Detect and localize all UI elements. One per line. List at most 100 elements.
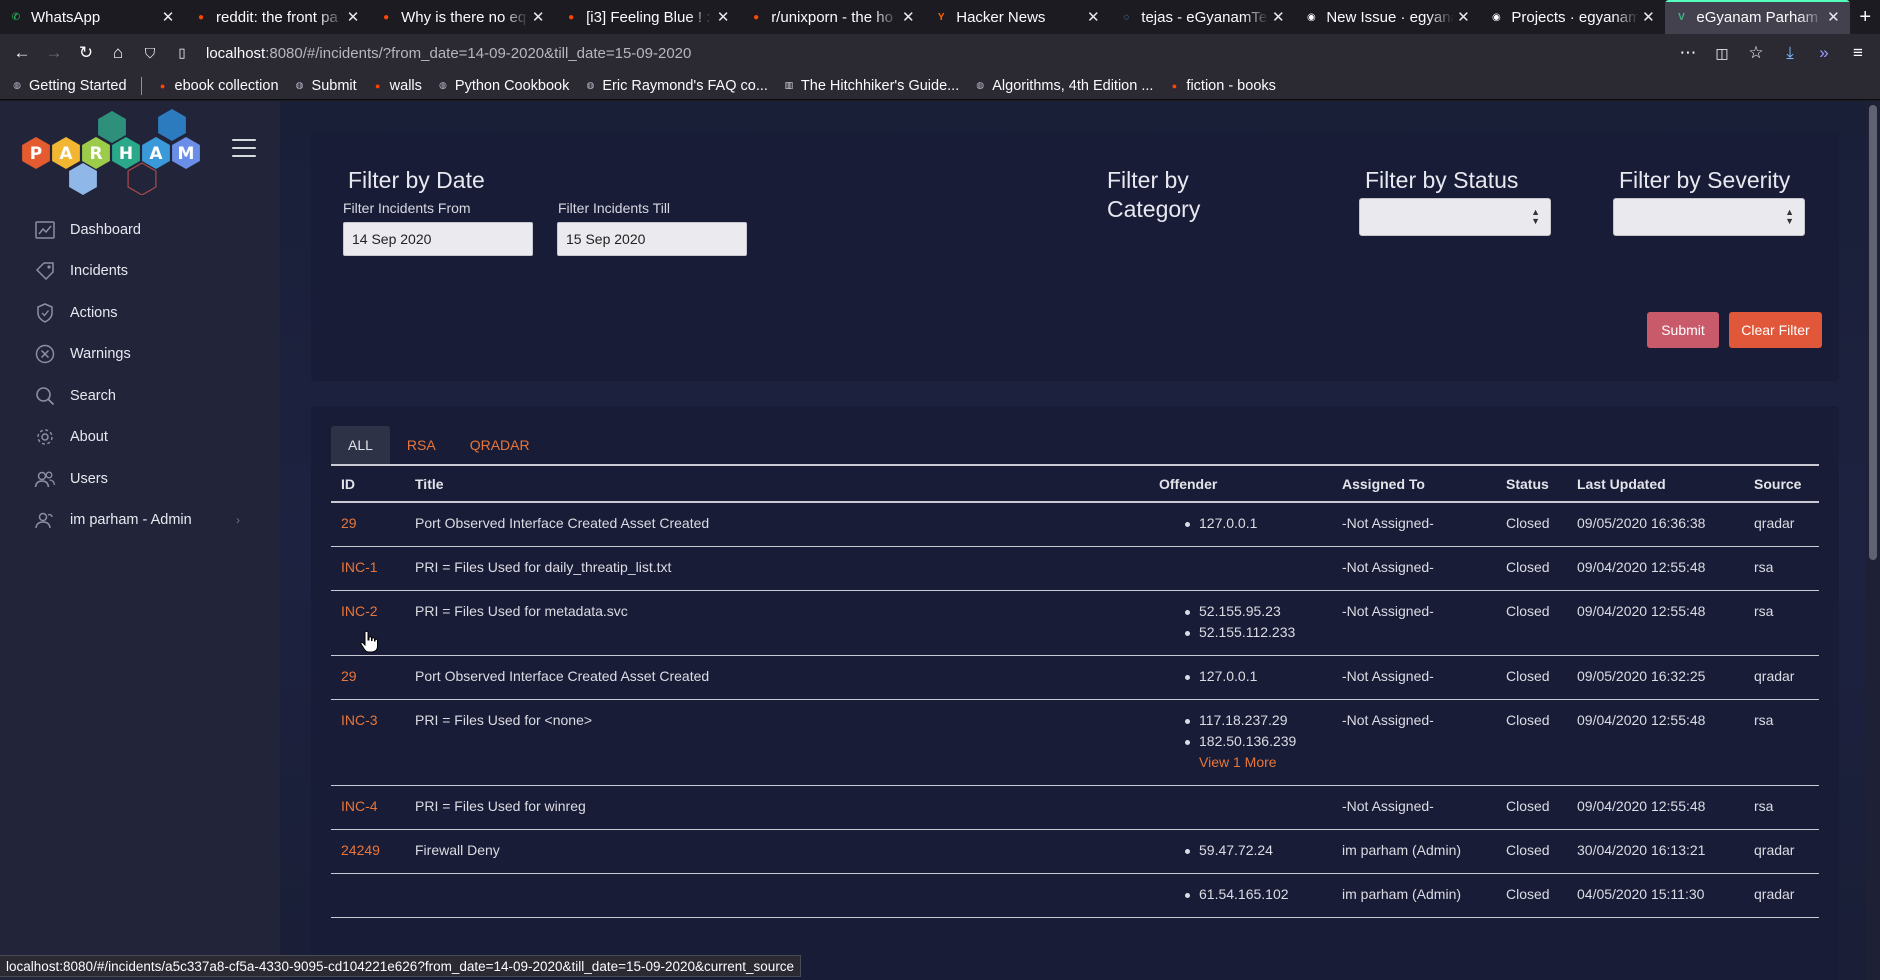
browser-tab[interactable]: ● Why is there no eq ✕ xyxy=(370,0,555,34)
sidebar-item-actions[interactable]: Actions xyxy=(0,292,280,334)
overflow-icon[interactable]: » xyxy=(1810,39,1838,67)
tab-rsa[interactable]: RSA xyxy=(390,426,453,464)
bookmark-item[interactable]: ◍ Getting Started xyxy=(10,78,126,94)
view-more-link[interactable]: View 1 More xyxy=(1185,752,1322,773)
table-row[interactable]: INC-3 PRI = Files Used for <none> 117.18.2… xyxy=(331,699,1819,786)
bookmark-item[interactable]: ◍ Submit xyxy=(293,78,357,94)
parham-logo[interactable]: PARHAM xyxy=(22,109,207,195)
page-info-icon[interactable]: ▯ xyxy=(168,39,196,67)
bookmark-item[interactable]: ● walls xyxy=(371,78,422,94)
table-row[interactable]: INC-2 PRI = Files Used for metadata.svc 52… xyxy=(331,590,1819,656)
column-header-title[interactable]: Title xyxy=(405,466,1149,503)
browser-tab[interactable]: ● reddit: the front pa ✕ xyxy=(185,0,370,34)
table-row[interactable]: 24249 Firewall Deny 59.47.72.24 im parham (… xyxy=(331,829,1819,874)
sidebar-item-label: Dashboard xyxy=(70,221,141,238)
app-menu-icon[interactable]: ≡ xyxy=(1844,39,1872,67)
bookmark-item[interactable]: ◍ Python Cookbook xyxy=(436,78,569,94)
home-icon[interactable]: ⌂ xyxy=(104,39,132,67)
sidebar-item-label: About xyxy=(70,429,108,446)
bookmark-label: Algorithms, 4th Edition ... xyxy=(992,77,1154,94)
offender-cell: 52.155.95.23 52.155.112.233 xyxy=(1149,590,1332,656)
incident-id-link[interactable]: INC-1 xyxy=(331,546,405,591)
offender-cell xyxy=(1149,785,1332,830)
hamburger-menu-icon[interactable] xyxy=(232,139,256,157)
incident-id-link[interactable]: 29 xyxy=(331,655,405,700)
close-tab-icon[interactable]: ✕ xyxy=(1639,8,1657,26)
incident-title: PRI = Files Used for <none> xyxy=(405,699,1149,786)
browser-tab[interactable]: Y Hacker News ✕ xyxy=(925,0,1110,34)
close-tab-icon[interactable]: ✕ xyxy=(1824,8,1842,26)
tab-qradar[interactable]: QRADAR xyxy=(453,426,547,464)
incident-id-link[interactable]: 24249 xyxy=(331,829,405,874)
clear-filter-button[interactable]: Clear Filter xyxy=(1729,312,1822,348)
table-row[interactable]: INC-1 PRI = Files Used for daily_threatip… xyxy=(331,546,1819,591)
incident-id-link[interactable]: 29 xyxy=(331,502,405,547)
bookmark-label: Python Cookbook xyxy=(454,77,570,94)
bookmark-item[interactable]: ● ebook collection xyxy=(156,78,279,94)
browser-tab[interactable]: ◉ Projects · egyanam ✕ xyxy=(1480,0,1665,34)
close-tab-icon[interactable]: ✕ xyxy=(1454,8,1472,26)
bookmark-item[interactable]: ▥ The Hitchhiker's Guide... xyxy=(782,78,960,94)
sidebar-item-im-parham-admin[interactable]: im parham - Admin › xyxy=(0,500,280,542)
bookmark-label: walls xyxy=(389,77,422,94)
back-icon[interactable]: ← xyxy=(8,39,36,67)
filter-from-input[interactable]: 14 Sep 2020 xyxy=(343,222,533,256)
close-tab-icon[interactable]: ✕ xyxy=(529,8,547,26)
submit-button[interactable]: Submit xyxy=(1647,312,1719,348)
close-tab-icon[interactable]: ✕ xyxy=(899,8,917,26)
sidebar-item-warnings[interactable]: Warnings xyxy=(0,334,280,376)
bookmark-item[interactable]: ● fiction - books xyxy=(1167,78,1276,94)
browser-tab[interactable]: ● r/unixporn - the ho ✕ xyxy=(740,0,925,34)
scrollbar-thumb[interactable] xyxy=(1869,105,1877,560)
browser-tab-label: Why is there no eq xyxy=(401,8,527,26)
download-icon[interactable]: ⤓ xyxy=(1776,39,1804,67)
bookmark-item[interactable]: ◍ Algorithms, 4th Edition ... xyxy=(973,78,1153,94)
incident-id-link[interactable] xyxy=(331,873,405,918)
page-scrollbar[interactable] xyxy=(1866,101,1880,980)
browser-tab[interactable]: ◉ New Issue · egyana ✕ xyxy=(1295,0,1480,34)
severity-select[interactable]: ▲ ▼ xyxy=(1613,198,1805,236)
table-row[interactable]: 61.54.165.102 im parham (Admin) Closed 04/0… xyxy=(331,873,1819,918)
table-row[interactable]: 29 Port Observed Interface Created Asset … xyxy=(331,655,1819,700)
incidents-panel: ALL RSA QRADAR ID Title Offender Assigned To S… xyxy=(311,406,1839,980)
more-actions-icon[interactable]: ⋯ xyxy=(1674,39,1702,67)
incident-id-link[interactable]: INC-4 xyxy=(331,785,405,830)
close-tab-icon[interactable]: ✕ xyxy=(159,8,177,26)
sidebar-item-incidents[interactable]: Incidents xyxy=(0,251,280,293)
browser-tab[interactable]: ◌ tejas - eGyanamTe ✕ xyxy=(1110,0,1295,34)
shield-tracking-icon[interactable]: ⛉ xyxy=(136,39,164,67)
close-tab-icon[interactable]: ✕ xyxy=(1084,8,1102,26)
incident-id-link[interactable]: INC-3 xyxy=(331,699,405,786)
sidebar-item-search[interactable]: Search xyxy=(0,375,280,417)
new-tab-icon[interactable]: + xyxy=(1851,0,1880,34)
bookmark-star-icon[interactable]: ☆ xyxy=(1742,39,1770,67)
close-tab-icon[interactable]: ✕ xyxy=(714,8,732,26)
column-header-last-updated[interactable]: Last Updated xyxy=(1567,466,1744,503)
close-tab-icon[interactable]: ✕ xyxy=(344,8,362,26)
tab-all[interactable]: ALL xyxy=(331,426,390,464)
browser-tab[interactable]: ● [i3] Feeling Blue ! : ✕ xyxy=(555,0,740,34)
sidebar-item-dashboard[interactable]: Dashboard xyxy=(0,209,280,251)
column-header-assigned-to[interactable]: Assigned To xyxy=(1332,466,1496,503)
assigned-to: -Not Assigned- xyxy=(1332,546,1496,591)
column-header-id[interactable]: ID xyxy=(331,466,405,503)
bookmark-item[interactable]: ◍ Eric Raymond's FAQ co... xyxy=(583,78,767,94)
reload-icon[interactable]: ↻ xyxy=(72,39,100,67)
sidebar-item-about[interactable]: About xyxy=(0,417,280,459)
x-circle-icon xyxy=(34,343,56,365)
table-row[interactable]: 29 Port Observed Interface Created Asset … xyxy=(331,502,1819,547)
column-header-source[interactable]: Source xyxy=(1744,466,1819,503)
column-header-status[interactable]: Status xyxy=(1496,466,1567,503)
sidebar-item-users[interactable]: Users xyxy=(0,458,280,500)
forward-icon[interactable]: → xyxy=(40,39,68,67)
table-row[interactable]: INC-4 PRI = Files Used for winreg -Not Ass… xyxy=(331,785,1819,830)
status-select[interactable]: ▲ ▼ xyxy=(1359,198,1551,236)
browser-tab[interactable]: ✆ WhatsApp ✕ xyxy=(0,0,185,34)
pocket-icon[interactable]: ◫ xyxy=(1708,39,1736,67)
source-tabs: ALL RSA QRADAR xyxy=(331,426,547,464)
filter-till-input[interactable]: 15 Sep 2020 xyxy=(557,222,747,256)
column-header-offender[interactable]: Offender xyxy=(1149,466,1332,503)
close-tab-icon[interactable]: ✕ xyxy=(1269,8,1287,26)
url-bar[interactable]: localhost:8080/#/incidents/?from_date=14… xyxy=(200,38,1670,68)
browser-tab-active[interactable]: VeGyanam Parham ✕ xyxy=(1665,0,1851,34)
